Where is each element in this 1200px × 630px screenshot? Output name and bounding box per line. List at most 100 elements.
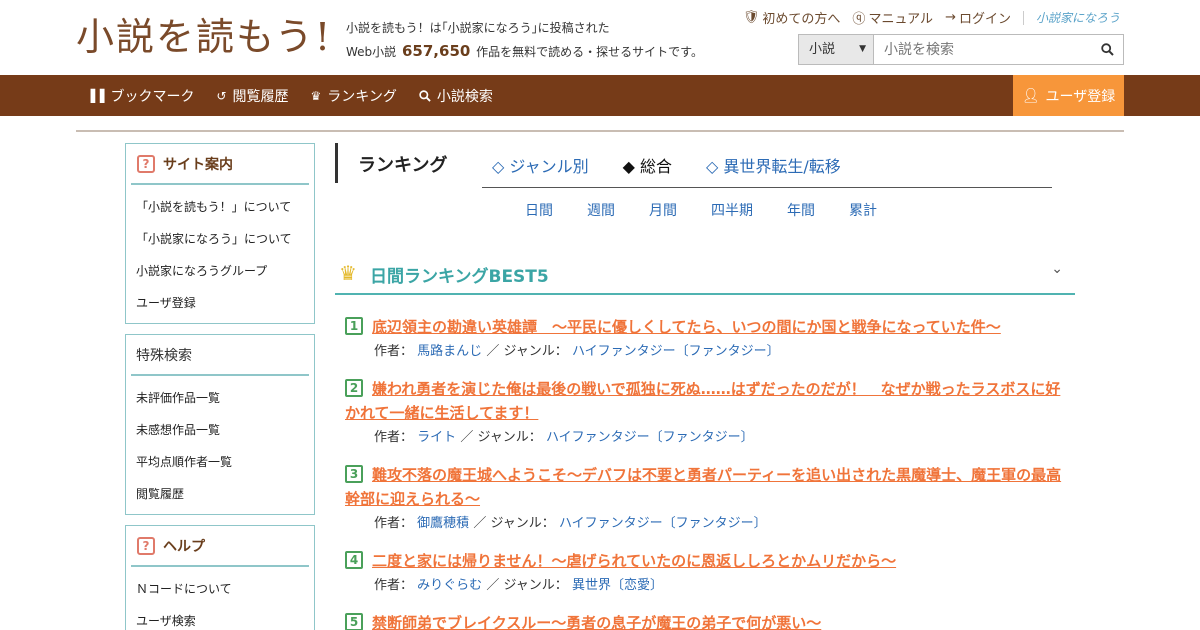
period-weekly[interactable]: 週間 bbox=[587, 200, 615, 220]
login-icon: → bbox=[945, 10, 956, 25]
beginners-link-label: 初めての方へ bbox=[762, 12, 841, 27]
chevron-down-icon: ⌄ bbox=[1051, 261, 1063, 277]
sidebar-item[interactable]: 「小説家になろう」について bbox=[126, 223, 314, 255]
register-button[interactable]: 👤︎ ユーザ登録 bbox=[1013, 75, 1124, 116]
beginners-link[interactable]: 🛡︎ 初めての方へ bbox=[743, 8, 841, 27]
novel-count: 657,650 bbox=[402, 42, 471, 60]
author-link[interactable]: みりぐらむ bbox=[417, 578, 482, 593]
author-label: 作者： bbox=[374, 344, 414, 359]
novel-title-link[interactable]: 嫌われ勇者を演じた俺は最後の戦いで孤独に死ぬ……はずだったのだが！ なぜか戦った… bbox=[345, 377, 1069, 425]
period-monthly[interactable]: 月間 bbox=[649, 200, 677, 220]
rank-number-badge: 4 bbox=[345, 551, 363, 569]
novel-title-link[interactable]: 底辺領主の勘違い英雄譚 ～平民に優しくしてたら、いつの間にか国と戦争になっていた… bbox=[345, 315, 1069, 339]
search-icon bbox=[1100, 43, 1114, 56]
novel-title-link[interactable]: 二度と家には帰りません！～虐げられていたのに恩返ししろとかムリだから～ bbox=[345, 549, 1069, 573]
sidebar-item[interactable]: Ｎコードについて bbox=[126, 573, 314, 605]
author-link[interactable]: 馬路まんじ bbox=[417, 344, 482, 359]
sidebar-site-guide: ? サイト案内 「小説を読もう！」について 「小説家になろう」について 小説家に… bbox=[125, 143, 315, 324]
caret-down-icon: ▼ bbox=[859, 44, 866, 54]
genre-link[interactable]: 異世界〔恋愛〕 bbox=[572, 578, 663, 593]
best5-title: 日間ランキングBEST5 bbox=[370, 267, 549, 287]
tab-isekai[interactable]: ◇ 異世界転生/転移 bbox=[706, 153, 841, 177]
genre-label: ／ ジャンル： bbox=[486, 344, 568, 359]
sidebar-help: ? ヘルプ Ｎコードについて ユーザ検索 bbox=[125, 525, 315, 630]
author-label: 作者： bbox=[374, 578, 414, 593]
novel-title-link[interactable]: 禁断師弟でブレイクスルー～勇者の息子が魔王の弟子で何が悪い～ bbox=[345, 611, 1069, 630]
question-icon: ? bbox=[137, 536, 155, 555]
author-link[interactable]: 御鷹穂積 bbox=[417, 516, 469, 531]
site-logo[interactable]: 小説を読もう! bbox=[76, 12, 336, 62]
best5-heading[interactable]: ♛ 日間ランキングBEST5 ⌄ bbox=[335, 249, 1075, 295]
sidebar-item[interactable]: 「小説を読もう！」について bbox=[126, 191, 314, 223]
heading-bar bbox=[335, 143, 338, 183]
tagline-suffix: 作品を無料で読める・探せるサイトです。 bbox=[476, 45, 703, 59]
novel-meta: 作者： 馬路まんじ ／ ジャンル： ハイファンタジー〔ファンタジー〕 bbox=[345, 339, 1069, 365]
sidebar-item[interactable]: ユーザ検索 bbox=[126, 605, 314, 630]
search-category-select[interactable]: 小説 ▼ bbox=[799, 35, 874, 64]
period-quarterly[interactable]: 四半期 bbox=[711, 200, 753, 220]
period-yearly[interactable]: 年間 bbox=[787, 200, 815, 220]
logo-text: 小説を読もう! bbox=[76, 15, 333, 59]
genre-link[interactable]: ハイファンタジー〔ファンタジー〕 bbox=[572, 344, 780, 359]
user-icon: 👤︎ bbox=[1021, 87, 1040, 104]
sidebar-heading-label: 特殊検索 bbox=[136, 347, 192, 364]
ranking-header: ランキング ◇ ジャンル別 ◆ 総合 ◇ 異世界転生/転移 bbox=[335, 143, 1052, 188]
shield-icon: 🛡︎ bbox=[742, 10, 760, 25]
manual-link-label: マニュアル bbox=[868, 12, 934, 27]
novel-title-link[interactable]: 難攻不落の魔王城へようこそ～デバフは不要と勇者パーティーを追い出された黒魔導士、… bbox=[345, 463, 1069, 511]
sidebar-item[interactable]: 小説家になろうグループ bbox=[126, 255, 314, 287]
sidebar-item[interactable]: ユーザ登録 bbox=[126, 287, 314, 319]
sidebar-item[interactable]: 未感想作品一覧 bbox=[126, 414, 314, 446]
login-link[interactable]: → ログイン bbox=[945, 8, 1011, 27]
divider bbox=[482, 187, 1052, 188]
search-icon bbox=[419, 89, 431, 102]
author-link[interactable]: ライト bbox=[417, 430, 456, 445]
genre-link[interactable]: ハイファンタジー〔ファンタジー〕 bbox=[559, 516, 767, 531]
ranking-entry: 2 嫌われ勇者を演じた俺は最後の戦いで孤独に死ぬ……はずだったのだが！ なぜか戦… bbox=[345, 377, 1069, 451]
narou-logo[interactable]: 小説家になろう bbox=[1036, 9, 1120, 26]
rank-number-badge: 1 bbox=[345, 317, 363, 335]
login-link-label: ログイン bbox=[958, 12, 1011, 27]
nav-bookmark-label: ブックマーク bbox=[110, 88, 195, 105]
nav-ranking[interactable]: ♛ ランキング bbox=[311, 86, 397, 106]
divider bbox=[1022, 10, 1024, 25]
site-tagline: 小説を読もう！は｢小説家になろう｣に投稿された Web小説 657,650 作品… bbox=[346, 17, 703, 64]
genre-label: ／ ジャンル： bbox=[473, 516, 555, 531]
genre-label: ／ ジャンル： bbox=[486, 578, 568, 593]
divider bbox=[76, 130, 1124, 132]
sidebar-item[interactable]: 閲覧履歴 bbox=[126, 478, 314, 510]
main-nav: ▐▐ ブックマーク ↺ 閲覧履歴 ♛ ランキング 小説検索 👤︎ ユーザ登録 bbox=[0, 75, 1200, 116]
question-circle-icon: ⓠ bbox=[852, 12, 866, 27]
nav-bookmark[interactable]: ▐▐ ブックマーク bbox=[86, 86, 194, 106]
period-daily[interactable]: 日間 bbox=[525, 200, 553, 220]
sidebar-heading: 特殊検索 bbox=[131, 335, 309, 376]
tab-genre[interactable]: ◇ ジャンル別 bbox=[492, 153, 589, 177]
tagline-line2: Web小説 657,650 作品を無料で読める・探せるサイトです。 bbox=[346, 40, 703, 64]
novel-meta: 作者： 御鷹穂積 ／ ジャンル： ハイファンタジー〔ファンタジー〕 bbox=[345, 511, 1069, 537]
novel-meta: 作者： ライト ／ ジャンル： ハイファンタジー〔ファンタジー〕 bbox=[345, 425, 1069, 451]
search-input[interactable] bbox=[874, 35, 1091, 64]
period-total[interactable]: 累計 bbox=[849, 200, 877, 220]
rank-number-badge: 3 bbox=[345, 465, 363, 483]
sidebar-heading: ? サイト案内 bbox=[131, 144, 309, 185]
genre-link[interactable]: ハイファンタジー〔ファンタジー〕 bbox=[546, 430, 754, 445]
sidebar-item[interactable]: 未評価作品一覧 bbox=[126, 382, 314, 414]
author-label: 作者： bbox=[374, 430, 414, 445]
manual-link[interactable]: ⓠ マニュアル bbox=[852, 8, 933, 27]
sidebar-heading: ? ヘルプ bbox=[131, 526, 309, 567]
rank-number-badge: 5 bbox=[345, 613, 363, 630]
genre-label: ／ ジャンル： bbox=[460, 430, 542, 445]
novel-meta: 作者： みりぐらむ ／ ジャンル： 異世界〔恋愛〕 bbox=[345, 573, 1069, 599]
history-icon: ↺ bbox=[216, 88, 227, 103]
top-links: 🛡︎ 初めての方へ ⓠ マニュアル → ログイン 小説家になろう bbox=[743, 8, 1120, 27]
nav-history[interactable]: ↺ 閲覧履歴 bbox=[216, 86, 288, 106]
main-content: ? サイト案内 「小説を読もう！」について 「小説家になろう」について 小説家に… bbox=[76, 116, 1124, 630]
search-button[interactable] bbox=[1091, 35, 1123, 64]
tab-overall[interactable]: ◆ 総合 bbox=[623, 153, 672, 177]
sidebar-special-search: 特殊検索 未評価作品一覧 未感想作品一覧 平均点順作者一覧 閲覧履歴 bbox=[125, 334, 315, 515]
sidebar-item[interactable]: 平均点順作者一覧 bbox=[126, 446, 314, 478]
ranking-entry: 1 底辺領主の勘違い英雄譚 ～平民に優しくしてたら、いつの間にか国と戦争になって… bbox=[345, 315, 1069, 365]
nav-search[interactable]: 小説検索 bbox=[419, 86, 493, 106]
rank-number-badge: 2 bbox=[345, 379, 363, 397]
author-label: 作者： bbox=[374, 516, 414, 531]
